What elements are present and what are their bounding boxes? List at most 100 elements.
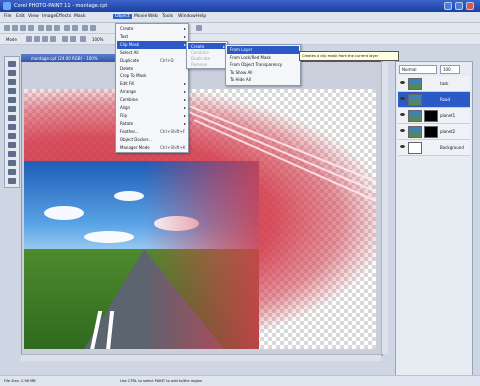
menu-item[interactable]: Rotate [120,121,133,126]
menu-item[interactable]: Crop To Mask [120,73,146,78]
zoom-tool-icon[interactable] [8,97,16,103]
menu-item[interactable]: Flip [120,113,127,118]
export-icon[interactable] [90,25,96,31]
menu-help[interactable]: Help [196,14,206,19]
menu-item[interactable]: Manager Mode [120,145,150,150]
layer-thumbnail [408,78,422,90]
menu-item[interactable]: From Layer [230,47,252,52]
mode-add-icon[interactable] [34,36,40,42]
zoom-level[interactable]: 100% [92,37,103,42]
eye-icon[interactable] [400,113,405,116]
menu-mask[interactable]: Mask [74,14,86,19]
paint-tool-icon[interactable] [8,124,16,130]
position-icon[interactable] [70,36,76,42]
menu-item[interactable]: Delete [120,66,133,71]
lasso-tool-icon[interactable] [8,79,16,85]
pick-tool-icon[interactable] [8,61,16,67]
crop-tool-icon[interactable] [8,88,16,94]
menu-effects[interactable]: Effects [56,14,71,19]
submenu-arrow-icon: ▸ [183,97,186,103]
mode-subtract-icon[interactable] [42,36,48,42]
menu-item[interactable]: Create [191,44,204,49]
menu-item[interactable]: Align [120,105,130,110]
layer-row[interactable]: planet1 [398,108,470,124]
blend-mode-select[interactable]: Normal [399,65,437,74]
new-icon[interactable] [4,25,10,31]
image-canvas[interactable] [24,89,376,349]
transform-icon[interactable] [62,36,68,42]
menu-file[interactable]: File [4,14,12,19]
menu-item[interactable]: To Hide All [230,77,251,82]
undo-icon[interactable] [64,25,70,31]
menu-item[interactable]: From Object Transparency [230,62,282,67]
menu-movie[interactable]: Movie [134,14,147,19]
tooltip-text: Creates a clip mask from the current lay… [302,54,379,58]
menu-item[interactable]: Duplicate [191,56,210,61]
vertical-scrollbar[interactable] [381,62,388,354]
eye-icon[interactable] [400,145,405,148]
menu-item[interactable]: Combine [120,97,138,102]
line-tool-icon[interactable] [8,178,16,184]
menu-item[interactable]: Text [120,34,128,39]
eyedropper-tool-icon[interactable] [8,106,16,112]
clip-mask-submenu: Create ▸ Combine Duplicate Remove [186,41,228,69]
layer-thumbnail [408,126,422,138]
zoom-icon[interactable] [196,25,202,31]
menu-view[interactable]: View [28,14,39,19]
menu-image[interactable]: Image [42,14,56,19]
shape-tool-icon[interactable] [8,169,16,175]
status-file-size: File Size: 2.98 MB [4,379,36,383]
layer-row[interactable]: Road [398,92,470,108]
menu-edit[interactable]: Edit [16,14,25,19]
opacity-value: 100 [443,67,451,72]
menu-web[interactable]: Web [148,14,158,19]
menu-item[interactable]: From Lock/Red Mask [230,55,271,60]
layer-row[interactable]: planet2 [398,124,470,140]
horizontal-scrollbar[interactable] [21,354,381,361]
menu-item[interactable]: Combine [191,50,209,55]
menu-item[interactable]: To Show All [230,70,253,75]
clone-tool-icon[interactable] [8,142,16,148]
layer-row[interactable]: Background [398,140,470,156]
menu-item[interactable]: Edit Fill [120,81,134,86]
align-icon[interactable] [80,36,86,42]
eye-icon[interactable] [400,97,405,100]
menu-item[interactable]: Remove [191,62,207,67]
close-button[interactable] [466,2,474,10]
menu-item[interactable]: Arrange [120,89,136,94]
mode-replace-icon[interactable] [26,36,32,42]
menu-item[interactable]: Object Docker... [120,137,152,142]
cut-icon[interactable] [38,25,44,31]
paste-icon[interactable] [54,25,60,31]
road-photo [24,161,259,349]
eraser-tool-icon[interactable] [8,115,16,121]
menu-item[interactable]: Feather... [120,129,139,134]
layer-row[interactable]: task [398,76,470,92]
mask-tool-icon[interactable] [8,70,16,76]
maximize-button[interactable] [455,2,463,10]
text-tool-icon[interactable] [8,160,16,166]
menu-tools[interactable]: Tools [162,14,173,19]
menu-window[interactable]: Window [178,14,196,19]
save-icon[interactable] [20,25,26,31]
import-icon[interactable] [82,25,88,31]
open-icon[interactable] [12,25,18,31]
submenu-arrow-icon: ▸ [183,33,186,39]
print-icon[interactable] [28,25,34,31]
minimize-button[interactable] [444,2,452,10]
app-icon [3,2,11,10]
fill-tool-icon[interactable] [8,151,16,157]
menu-item[interactable]: Select All [120,50,139,55]
menu-item[interactable]: Clip Mask [120,42,139,47]
effect-tool-icon[interactable] [8,133,16,139]
menu-object[interactable]: Object [113,14,132,19]
mode-intersect-icon[interactable] [50,36,56,42]
menu-item[interactable]: Create [120,26,133,31]
redo-icon[interactable] [72,25,78,31]
opacity-field[interactable]: 100 [440,65,460,74]
eye-icon[interactable] [400,81,405,84]
copy-icon[interactable] [46,25,52,31]
menu-item[interactable]: Duplicate [120,58,139,63]
eye-icon[interactable] [400,129,405,132]
menu-shortcut: Ctrl+Shift+F [160,128,186,134]
